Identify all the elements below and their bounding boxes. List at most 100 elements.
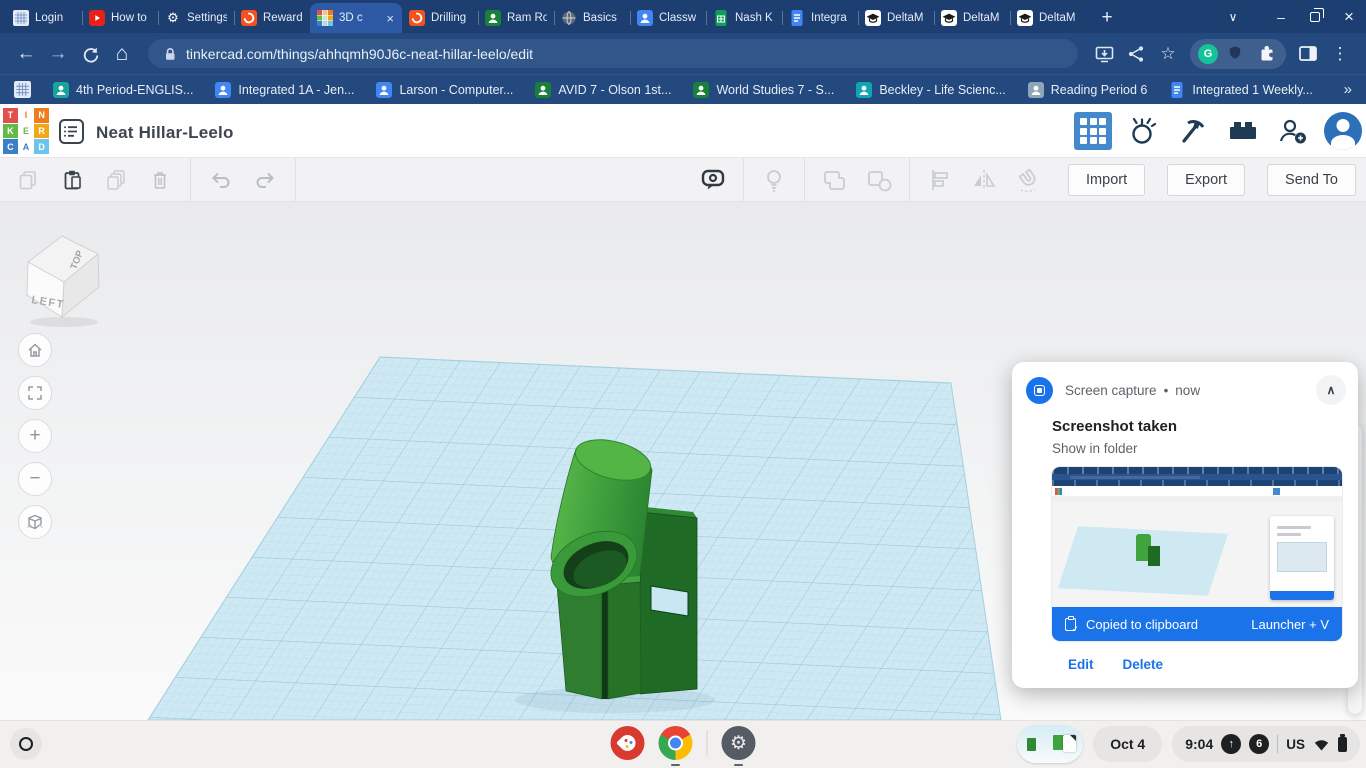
tray-divider [1277,735,1278,753]
reload-button[interactable] [74,38,106,70]
snap-button[interactable] [1010,162,1046,198]
sheets-favicon-icon [713,10,729,26]
new-tab-button[interactable]: + [1092,3,1122,33]
tab-drilling[interactable]: Drilling [402,3,478,33]
ungroup-icon [865,167,893,193]
fit-view-button[interactable] [18,376,52,410]
ungroup-button[interactable] [861,162,897,198]
tab-ram-ro[interactable]: Ram Ro [478,3,554,33]
bookmark-label: AVID 7 - Olson 1st... [558,83,671,97]
undo-button[interactable] [203,162,239,198]
tab-login[interactable]: Login [6,3,82,33]
show-in-folder-link[interactable]: Show in folder [1052,441,1342,456]
screenshot-preview-pill[interactable] [1017,725,1083,763]
side-panel-icon [1298,45,1318,63]
tab-close-icon[interactable]: × [385,11,395,26]
share-button[interactable] [1120,38,1152,70]
adblock-shield-icon[interactable] [1222,38,1248,70]
perspective-toggle-button[interactable] [18,505,52,539]
notes-button[interactable] [695,162,731,198]
duplicate-button[interactable] [98,162,134,198]
show-all-button[interactable] [756,162,792,198]
export-button[interactable]: Export [1167,164,1245,196]
apps-grid-icon[interactable] [14,81,31,98]
send-to-button[interactable]: Send To [1267,164,1356,196]
bookmark-item[interactable]: World Studies 7 - S... [693,82,834,98]
canvas-app-icon[interactable] [611,726,645,760]
bookmark-label: Beckley - Life Scienc... [879,83,1005,97]
model-bracket[interactable] [636,506,697,694]
settings-app-icon[interactable]: ⚙ [722,726,756,760]
tab-basics[interactable]: Basics [554,3,630,33]
edit-button[interactable]: Edit [1068,657,1094,672]
account-avatar[interactable] [1324,112,1362,150]
person-favicon-icon [637,10,653,26]
tab-3d-design-active[interactable]: 3D c× [310,3,402,33]
import-button[interactable]: Import [1068,164,1145,196]
delete-button[interactable] [142,162,178,198]
paste-button[interactable] [54,162,90,198]
home-button[interactable]: ⌂ [106,38,138,70]
forward-button[interactable]: → [42,38,74,70]
redo-button[interactable] [247,162,283,198]
side-panel-button[interactable] [1292,38,1324,70]
bookmark-item[interactable]: Beckley - Life Scienc... [856,82,1005,98]
window-minimize-button[interactable]: – [1264,0,1298,33]
bookmark-item[interactable]: AVID 7 - Olson 1st... [535,82,671,98]
align-button[interactable] [922,162,958,198]
delete-button[interactable]: Delete [1123,657,1164,672]
tab-search-icon[interactable]: ∨ [1216,0,1250,33]
install-app-icon[interactable] [1088,38,1120,70]
group-button[interactable] [817,162,853,198]
extensions-puzzle-icon[interactable] [1252,38,1278,70]
bookmark-item[interactable]: Integrated 1 Weekly... [1169,82,1312,98]
minecraft-export-button[interactable] [1174,112,1212,150]
tab-deltamath-2[interactable]: DeltaM [934,3,1010,33]
address-bar[interactable]: tinkercad.com/things/ahhqmh90J6c-neat-hi… [148,39,1078,68]
blocks-view-button[interactable] [1074,112,1112,150]
tab-deltamath-3[interactable]: DeltaM [1010,3,1086,33]
back-button[interactable]: ← [10,38,42,70]
home-view-button[interactable] [18,333,52,367]
zoom-out-button[interactable]: − [18,462,52,496]
tab-label: Nash K [735,12,775,24]
status-area[interactable]: 9:04 ↑ 6 US [1172,726,1360,762]
redo-icon [252,168,278,192]
scene-list-button[interactable] [58,118,85,145]
tab-classwork[interactable]: Classw [630,3,706,33]
window-restore-button[interactable] [1298,0,1332,33]
collapse-notification-button[interactable]: ∧ [1316,375,1346,405]
globe-favicon-icon [561,10,577,26]
sim-lab-button[interactable] [1124,112,1162,150]
tab-integrated[interactable]: Integra [782,3,858,33]
tab-how-to[interactable]: How to [82,3,158,33]
tab-reward[interactable]: Reward [234,3,310,33]
tab-label: How to [111,12,151,24]
browser-menu-button[interactable]: ⋮ [1324,38,1356,70]
tinkercad-logo[interactable]: TIN KER CAD [3,108,49,154]
bookmark-item[interactable]: 4th Period-ENGLIS... [53,82,193,98]
bookmark-star-button[interactable]: ☆ [1152,38,1184,70]
mirror-button[interactable] [966,162,1002,198]
bookmark-item[interactable]: Integrated 1A - Jen... [215,82,354,98]
tab-deltamath-1[interactable]: DeltaM [858,3,934,33]
date-pill[interactable]: Oct 4 [1093,726,1162,762]
tab-settings[interactable]: ⚙Settings [158,3,234,33]
window-close-button[interactable]: × [1332,0,1366,33]
tab-nash[interactable]: Nash K [706,3,782,33]
bookmarks-overflow-icon[interactable]: » [1344,81,1352,98]
grammarly-extension-icon[interactable]: G [1198,44,1218,64]
launcher-button[interactable] [10,728,42,760]
zoom-in-button[interactable]: + [18,419,52,453]
bricks-export-button[interactable] [1224,112,1262,150]
design-title[interactable]: Neat Hillar-Leelo [96,123,234,143]
collaborate-button[interactable] [1274,112,1312,150]
screenshot-thumbnail[interactable]: Copied to clipboard Launcher + V [1052,467,1342,641]
bookmark-item[interactable]: Larson - Computer... [376,82,513,98]
pickaxe-icon [1176,114,1210,148]
bookmark-item[interactable]: Reading Period 6 [1028,82,1148,98]
copy-button[interactable] [10,162,46,198]
chrome-app-icon[interactable] [659,726,693,760]
view-cube[interactable]: TOP LEFT [14,224,114,328]
shield-icon [1226,44,1244,63]
